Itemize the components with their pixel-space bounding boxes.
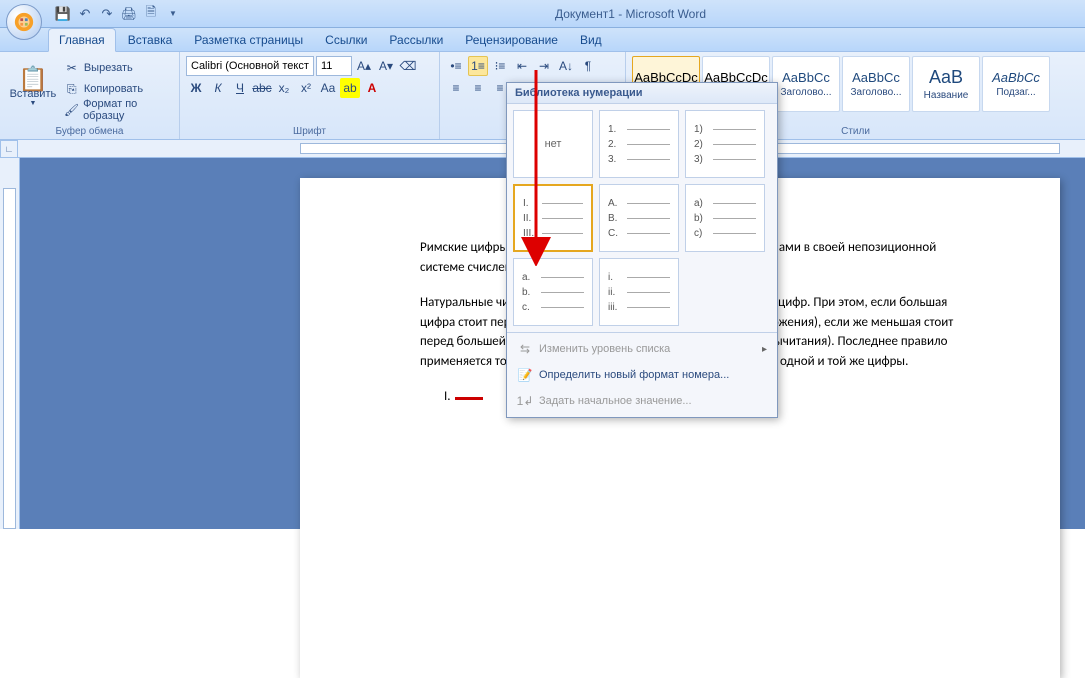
cmd-change-level: ⇆ Изменить уровень списка ▸ [507, 336, 777, 362]
shrink-font-icon[interactable]: A▾ [376, 56, 396, 76]
cmd-set-value: 1↲ Задать начальное значение... [507, 388, 777, 414]
qat-dropdown-icon[interactable]: ▼ [164, 5, 182, 23]
paste-label: Вставить [10, 88, 57, 100]
cut-icon: ✂ [64, 60, 80, 76]
tab-insert[interactable]: Вставка [118, 29, 183, 51]
increase-indent-button[interactable]: ⇥ [534, 56, 554, 76]
highlight-button[interactable]: ab [340, 78, 360, 98]
numbering-button[interactable]: 1≡ [468, 56, 488, 76]
font-name-input[interactable] [186, 56, 314, 76]
change-case-button[interactable]: Aa [318, 78, 338, 98]
copy-button[interactable]: ⎘Копировать [60, 79, 173, 99]
numbering-gallery: Библиотека нумерации нет 1. 2. 3. 1) 2) … [506, 82, 778, 418]
office-button[interactable] [6, 4, 42, 40]
group-clipboard: 📋 Вставить ▼ ✂Вырезать ⎘Копировать 🖌Форм… [0, 52, 180, 139]
save-icon[interactable]: 💾 [54, 5, 72, 23]
set-value-icon: 1↲ [517, 393, 533, 409]
strike-button[interactable]: abc [252, 78, 272, 98]
paste-icon: 📋 [25, 72, 41, 88]
quick-access-toolbar: 💾 ↶ ↷ 🖨 🗎 ▼ [54, 5, 182, 23]
bullets-button[interactable]: •≡ [446, 56, 466, 76]
style-heading1[interactable]: AaBbCcЗаголово... [772, 56, 840, 112]
subscript-button[interactable]: x₂ [274, 78, 294, 98]
redo-icon[interactable]: ↷ [98, 5, 116, 23]
show-marks-button[interactable]: ¶ [578, 56, 598, 76]
align-left-button[interactable]: ≡ [446, 78, 466, 98]
grow-font-icon[interactable]: A▴ [354, 56, 374, 76]
tab-view[interactable]: Вид [570, 29, 612, 51]
style-heading2[interactable]: AaBbCcЗаголово... [842, 56, 910, 112]
sort-button[interactable]: A↓ [556, 56, 576, 76]
vertical-ruler[interactable] [0, 158, 20, 529]
cut-button[interactable]: ✂Вырезать [60, 58, 173, 78]
align-center-button[interactable]: ≡ [468, 78, 488, 98]
decrease-indent-button[interactable]: ⇤ [512, 56, 532, 76]
paste-button[interactable]: 📋 Вставить ▼ [6, 56, 60, 122]
ruler-corner-icon[interactable]: ∟ [0, 140, 18, 158]
tab-page-layout[interactable]: Разметка страницы [184, 29, 313, 51]
italic-button[interactable]: К [208, 78, 228, 98]
gallery-title: Библиотека нумерации [507, 83, 777, 104]
gallery-item-decimal-dot[interactable]: 1. 2. 3. [599, 110, 679, 178]
cmd-define-format[interactable]: 📝 Определить новый формат номера... [507, 362, 777, 388]
group-label-clipboard: Буфер обмена [0, 126, 179, 137]
format-painter-icon: 🖌 [64, 102, 79, 118]
gallery-item-none[interactable]: нет [513, 110, 593, 178]
style-subtitle[interactable]: AaBbCcПодзаг... [982, 56, 1050, 112]
gallery-item-roman-upper[interactable]: I. II. III. [513, 184, 593, 252]
gallery-item-alpha-upper[interactable]: A. B. C. [599, 184, 679, 252]
undo-icon[interactable]: ↶ [76, 5, 94, 23]
multilevel-button[interactable]: ⁝≡ [490, 56, 510, 76]
tab-home[interactable]: Главная [48, 28, 116, 52]
gallery-item-alpha-lower-paren[interactable]: a) b) c) [685, 184, 765, 252]
gallery-item-alpha-lower-dot[interactable]: a. b. c. [513, 258, 593, 326]
gallery-item-decimal-paren[interactable]: 1) 2) 3) [685, 110, 765, 178]
font-size-input[interactable] [316, 56, 352, 76]
tab-mailings[interactable]: Рассылки [379, 29, 453, 51]
change-level-icon: ⇆ [517, 341, 533, 357]
superscript-button[interactable]: x² [296, 78, 316, 98]
cursor-underline [455, 397, 483, 400]
underline-button[interactable]: Ч [230, 78, 250, 98]
tab-review[interactable]: Рецензирование [455, 29, 568, 51]
gallery-item-roman-lower[interactable]: i. ii. iii. [599, 258, 679, 326]
format-painter-button[interactable]: 🖌Формат по образцу [60, 100, 173, 120]
title-bar: 💾 ↶ ↷ 🖨 🗎 ▼ Документ1 - Microsoft Word [0, 0, 1085, 28]
font-color-button[interactable]: A [362, 78, 382, 98]
bold-button[interactable]: Ж [186, 78, 206, 98]
style-title[interactable]: AaBНазвание [912, 56, 980, 112]
window-title: Документ1 - Microsoft Word [182, 7, 1079, 21]
tab-references[interactable]: Ссылки [315, 29, 377, 51]
quick-print-icon[interactable]: 🖨 [120, 5, 138, 23]
clear-formatting-icon[interactable]: ⌫ [398, 56, 418, 76]
define-format-icon: 📝 [517, 367, 533, 383]
chevron-right-icon: ▸ [762, 344, 767, 355]
ribbon-tabs: Главная Вставка Разметка страницы Ссылки… [0, 28, 1085, 52]
print-preview-icon[interactable]: 🗎 [142, 5, 160, 23]
copy-icon: ⎘ [64, 81, 80, 97]
group-label-font: Шрифт [180, 126, 439, 137]
group-font: A▴ A▾ ⌫ Ж К Ч abc x₂ x² Aa ab A Шрифт [180, 52, 440, 139]
